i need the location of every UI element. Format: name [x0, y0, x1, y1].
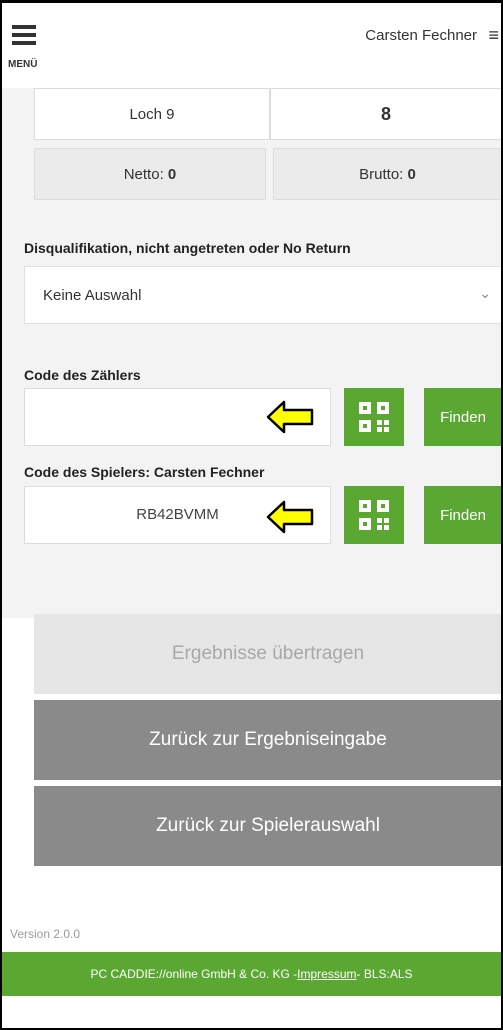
player-qr-scan-button[interactable]	[344, 486, 404, 544]
player-find-button[interactable]: Finden	[424, 486, 501, 544]
menu-label: MENÜ	[8, 59, 38, 70]
footer: PC CADDIE://online GmbH & Co. KG - Impre…	[2, 952, 501, 996]
disqualification-selected: Keine Auswahl	[43, 287, 142, 304]
impressum-link[interactable]: Impressum	[297, 967, 356, 981]
chevron-down-icon: ⌄	[479, 285, 491, 301]
submit-results-button[interactable]: Ergebnisse übertragen	[34, 614, 501, 694]
pointer-arrow-icon	[266, 400, 314, 434]
hamburger-icon-bar	[12, 41, 36, 45]
netto-cell: Netto: 0	[34, 148, 266, 200]
marker-code-label: Code des Zählers	[24, 367, 141, 383]
version-label: Version 2.0.0	[10, 927, 81, 941]
marker-qr-scan-button[interactable]	[344, 388, 404, 446]
user-menu-icon[interactable]: ≡	[488, 25, 499, 46]
qr-code-icon	[359, 500, 389, 530]
brutto-label: Brutto:	[359, 165, 404, 183]
main-content: Loch 9 8 Netto: 0 Brutto: 0 Disqualifika…	[2, 88, 501, 618]
hole-label-cell: Loch 9	[34, 88, 270, 140]
user-name[interactable]: Carsten Fechner	[365, 27, 477, 44]
netto-label: Netto:	[123, 165, 164, 183]
hamburger-icon	[12, 25, 36, 29]
menu-button[interactable]: MENÜ	[8, 25, 44, 70]
hole-value-cell: 8	[270, 88, 501, 140]
disqualification-label: Disqualifikation, nicht angetreten oder …	[24, 240, 351, 256]
player-code-label: Code des Spielers: Carsten Fechner	[24, 464, 265, 480]
hamburger-icon-bar	[12, 33, 36, 37]
footer-company: PC CADDIE://online GmbH & Co. KG -	[90, 967, 298, 981]
brutto-value: 0	[407, 165, 416, 183]
back-to-entry-button[interactable]: Zurück zur Ergebniseingabe	[34, 700, 501, 780]
app-header: MENÜ Carsten Fechner ≡	[2, 3, 501, 88]
qr-code-icon	[359, 402, 389, 432]
netto-value: 0	[167, 165, 177, 183]
app-frame: MENÜ Carsten Fechner ≡ Loch 9 8 Netto: 0…	[0, 0, 503, 1030]
disqualification-select[interactable]: Keine Auswahl ⌄	[24, 266, 501, 324]
footer-suffix: - BLS:ALS	[356, 967, 413, 981]
back-to-players-button[interactable]: Zurück zur Spielerauswahl	[34, 786, 501, 866]
marker-find-button[interactable]: Finden	[424, 388, 501, 446]
hole-value: 8	[380, 103, 391, 124]
brutto-cell: Brutto: 0	[273, 148, 501, 200]
hole-label: Loch 9	[129, 105, 175, 123]
pointer-arrow-icon	[266, 500, 314, 534]
